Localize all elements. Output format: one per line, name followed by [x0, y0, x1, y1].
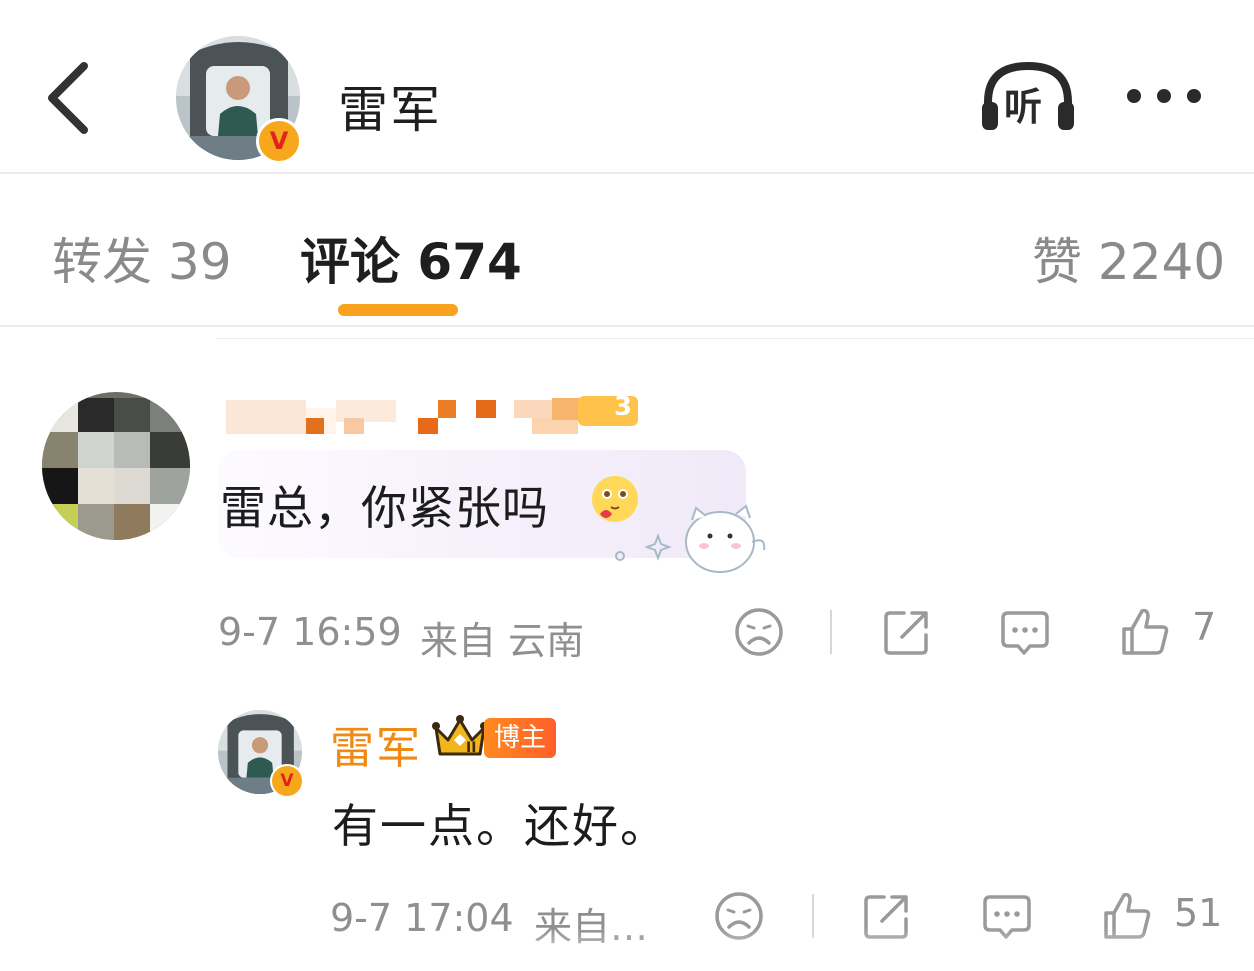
listen-button[interactable]: 听 [978, 58, 1078, 134]
dislike-face-icon [735, 608, 783, 656]
like-button[interactable]: 7 [1118, 605, 1228, 659]
blogger-role-badge: 博主 [484, 718, 557, 758]
comment-location: 来自 云南 [420, 619, 585, 663]
reply-icon [1001, 611, 1049, 655]
back-button[interactable] [40, 58, 100, 138]
crown-level: II [466, 740, 477, 756]
active-tab-indicator [338, 304, 458, 316]
back-arrow-icon [48, 62, 88, 134]
commenter-avatar-blurred[interactable] [42, 392, 190, 540]
more-dots-icon [1127, 89, 1201, 103]
bubble-cat-decoration-icon [612, 502, 772, 574]
reply-button[interactable] [998, 605, 1052, 659]
page-title: 雷军 [338, 81, 442, 139]
dislike-button[interactable] [732, 605, 786, 659]
header-divider [0, 172, 1254, 174]
author-avatar[interactable]: V [176, 36, 302, 164]
tab-like[interactable]: 赞 2240 [1032, 222, 1225, 294]
like-count: 7 [1192, 605, 1217, 649]
more-options-button[interactable] [1124, 80, 1204, 112]
blogger-username[interactable]: 雷军 [330, 712, 422, 776]
bottom-fade-overlay [0, 928, 1254, 971]
user-level-badge: 3 [614, 392, 633, 422]
tab-repost[interactable]: 转发 39 [52, 222, 232, 294]
verified-v-icon: V [256, 118, 302, 164]
top-bar: V 雷军 听 [0, 0, 1254, 172]
blogger-avatar[interactable]: V [218, 710, 304, 798]
share-icon [884, 611, 928, 655]
comment-text: 雷总，你紧张吗 [220, 481, 549, 535]
listen-label: 听 [1004, 85, 1043, 129]
tabs-divider [0, 325, 1254, 327]
crown-icon: II [432, 714, 488, 760]
comment-timestamp: 9-7 16:59 [218, 610, 402, 654]
verified-v-icon: V [270, 764, 304, 798]
tab-comment[interactable]: 评论 674 [300, 222, 522, 294]
thumbs-up-icon [1122, 608, 1169, 655]
reply-text: 有一点。还好。 [332, 799, 668, 853]
share-button[interactable] [880, 605, 934, 659]
action-divider [830, 610, 832, 654]
comments-top-divider [216, 338, 1254, 339]
commenter-name-blurred[interactable]: 3 [226, 392, 638, 436]
